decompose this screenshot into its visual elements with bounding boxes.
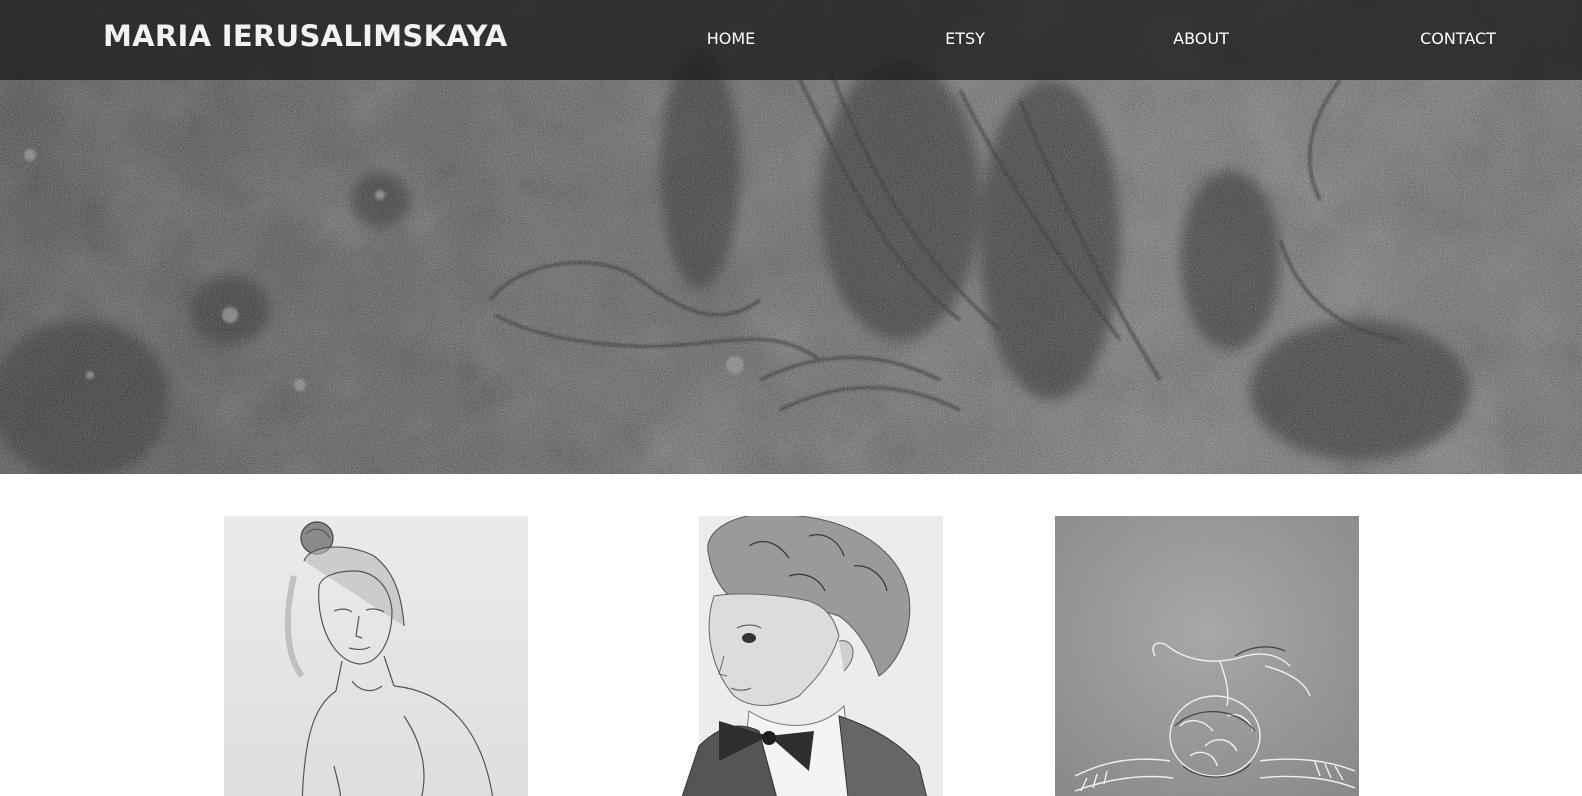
nav-about-link[interactable]: ABOUT bbox=[1173, 29, 1229, 48]
gallery-item-figure-drawing[interactable] bbox=[1055, 516, 1359, 796]
site-title-link[interactable]: MARIA IERUSALIMSKAYA bbox=[103, 19, 508, 53]
nav-etsy-link[interactable]: ETSY bbox=[945, 29, 985, 48]
nav-home-link[interactable]: HOME bbox=[707, 29, 756, 48]
page: MARIA IERUSALIMSKAYA HOME ETSY ABOUT CON… bbox=[0, 0, 1582, 796]
figure-hands-drawing bbox=[1055, 516, 1359, 796]
boy-portrait-drawing bbox=[639, 516, 943, 796]
gallery-item-woman-portrait[interactable] bbox=[224, 516, 528, 796]
nav-contact-link[interactable]: CONTACT bbox=[1420, 29, 1496, 48]
gallery-item-boy-portrait[interactable] bbox=[639, 516, 943, 796]
site-header: MARIA IERUSALIMSKAYA HOME ETSY ABOUT CON… bbox=[0, 0, 1582, 80]
woman-portrait-drawing bbox=[224, 516, 528, 796]
